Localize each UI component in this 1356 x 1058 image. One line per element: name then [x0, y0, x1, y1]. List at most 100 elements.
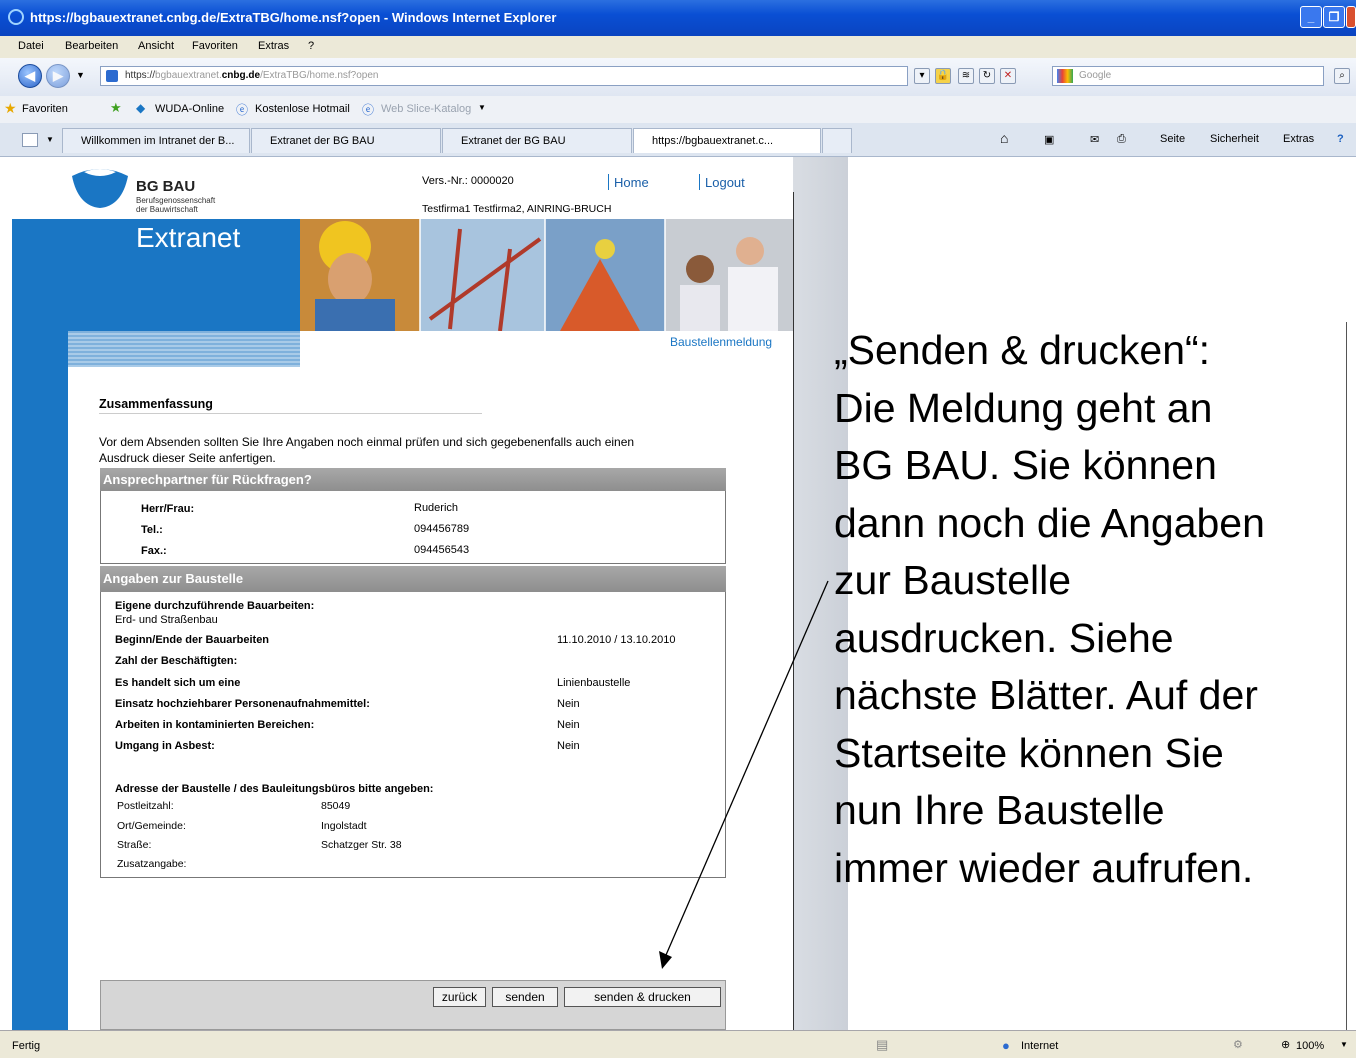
url-input[interactable]: https://bgbauextranet.cnbg.de/ExtraTBG/h…: [100, 66, 908, 86]
ie-logo-icon: [8, 9, 24, 25]
site-row-value: Linienbaustelle: [557, 677, 631, 689]
intro-line-1: Vor dem Absenden sollten Sie Ihre Angabe…: [99, 435, 635, 449]
menu-help[interactable]: ?: [308, 40, 314, 52]
mail-icon[interactable]: ✉: [1090, 133, 1099, 146]
site-row-label: Beginn/Ende der Bauarbeiten: [115, 634, 270, 646]
lock-icon[interactable]: 🔒: [935, 68, 951, 84]
tab-active[interactable]: https://bgbauextranet.c...: [633, 128, 821, 153]
protected-mode-icon[interactable]: ⚙: [1233, 1038, 1243, 1051]
address-bar: ◀ ▶ ▼ https://bgbauextranet.cnbg.de/Extr…: [0, 58, 1356, 97]
extranet-title: Extranet: [136, 222, 241, 253]
search-icon[interactable]: ⌕: [1334, 68, 1350, 84]
fav-web-slice[interactable]: Web Slice-Katalog: [381, 103, 471, 115]
address-label: Ort/Gemeinde:: [117, 820, 186, 832]
help-icon[interactable]: ?: [1337, 133, 1344, 145]
nav-baustellenmeldung[interactable]: Baustellenmeldung: [670, 335, 772, 349]
search-placeholder: Google: [1079, 70, 1112, 81]
url-path: /ExtraTBG/home.nsf?open: [260, 70, 379, 81]
fav-hotmail[interactable]: Kostenlose Hotmail: [255, 103, 350, 115]
favorites-bar: ★ Favoriten ★ ◆ WUDA-Online ⓔ Kostenlose…: [0, 96, 1356, 124]
tab-intranet[interactable]: Willkommen im Intranet der B...: [62, 128, 250, 153]
page-left-blue-bar: [12, 219, 68, 1030]
annotation-line: BG BAU. Sie können: [834, 442, 1217, 488]
menu-ansicht[interactable]: Ansicht: [138, 40, 174, 52]
address-label: Zusatzangabe:: [117, 858, 187, 870]
annotation-line: Die Meldung geht an: [834, 384, 1213, 431]
vers-nr: Vers.-Nr.: 0000020: [422, 175, 514, 187]
status-text: Fertig: [12, 1040, 41, 1052]
maximize-icon[interactable]: ❐: [1323, 6, 1345, 28]
feeds-icon[interactable]: ▣: [1044, 133, 1054, 146]
refresh-icon[interactable]: ↻: [979, 68, 995, 84]
url-host: cnbg.de: [221, 70, 261, 81]
webslice-dropdown-icon[interactable]: ▼: [478, 103, 486, 112]
tab-extranet-1[interactable]: Extranet der BG BAU: [251, 128, 441, 153]
webslice-icon: ⓔ: [362, 103, 375, 117]
menu-favoriten[interactable]: Favoriten: [192, 40, 238, 52]
tab-extranet-2[interactable]: Extranet der BG BAU: [442, 128, 632, 153]
annotation-text: „Senden & drucken“: Die Meldung geht an …: [834, 322, 1354, 897]
home-link[interactable]: Home: [614, 175, 649, 190]
contact-header: Ansprechpartner für Rückfragen?: [100, 468, 726, 491]
close-icon[interactable]: [1346, 6, 1356, 28]
window-title: https://bgbauextranet.cnbg.de/ExtraTBG/h…: [30, 10, 557, 25]
tab-list-icon[interactable]: ▼: [46, 135, 54, 144]
menu-extras[interactable]: Extras: [258, 40, 289, 52]
status-zoom[interactable]: 100%: [1296, 1040, 1324, 1052]
site-row-label: Umgang in Asbest:: [115, 740, 215, 752]
compat-view-icon[interactable]: ▾: [914, 68, 930, 84]
quick-tabs-icon[interactable]: [22, 133, 38, 147]
certificate-icon[interactable]: ≋: [958, 68, 974, 84]
forward-icon[interactable]: ▶: [46, 64, 70, 88]
fav-wuda-online[interactable]: WUDA-Online: [155, 103, 224, 115]
globe-icon: ●: [1002, 1038, 1010, 1053]
cmd-seite[interactable]: Seite: [1160, 133, 1185, 145]
contact-label: Herr/Frau:: [141, 503, 195, 515]
cmd-extras[interactable]: Extras: [1283, 133, 1314, 145]
add-favorite-icon[interactable]: ★: [110, 100, 122, 116]
annotation-line: nun Ihre Baustelle: [834, 787, 1165, 833]
nav-stripe: [68, 331, 300, 367]
home-icon[interactable]: ⌂: [1000, 130, 1008, 146]
favorites-star-icon: ★: [4, 100, 17, 116]
contact-label: Fax.:: [141, 545, 167, 557]
new-tab-button[interactable]: [822, 128, 852, 153]
annotation-line: dann noch die Angaben: [834, 499, 1265, 546]
status-zone: Internet: [1021, 1040, 1059, 1052]
own-work-label: Eigene durchzuführende Bauarbeiten:: [115, 600, 315, 612]
send-button[interactable]: senden: [492, 987, 558, 1007]
cmd-sicherheit[interactable]: Sicherheit: [1210, 133, 1259, 145]
site-row-label: Einsatz hochziehbarer Personenaufnahmemi…: [115, 698, 370, 710]
bgbau-logo-icon: [72, 169, 128, 208]
back-button[interactable]: zurück: [433, 987, 486, 1007]
send-print-button[interactable]: senden & drucken: [564, 987, 721, 1007]
own-work-value: Erd- und Straßenbau: [115, 614, 218, 626]
site-row-label: Es handelt sich um eine: [115, 677, 241, 689]
print-icon[interactable]: ⎙: [1117, 133, 1126, 146]
annotation-line: Startseite können Sie: [834, 729, 1224, 776]
zoom-icon[interactable]: ⊕: [1281, 1038, 1290, 1051]
summary-title: Zusammenfassung: [99, 397, 213, 411]
menu-datei[interactable]: Datei: [18, 40, 44, 52]
address-label: Straße:: [117, 839, 152, 851]
stop-icon[interactable]: ✕: [1000, 68, 1016, 84]
minimize-icon[interactable]: _: [1300, 6, 1322, 28]
logout-divider: [699, 174, 700, 190]
history-dropdown-icon[interactable]: ▼: [76, 70, 85, 80]
search-input[interactable]: Google: [1052, 66, 1324, 86]
window-titlebar: https://bgbauextranet.cnbg.de/ExtraTBG/h…: [0, 0, 1356, 36]
home-divider: [608, 174, 609, 190]
contact-value: 094456543: [414, 544, 470, 556]
zoom-dropdown-icon[interactable]: ▼: [1340, 1040, 1348, 1049]
site-row-label: Zahl der Beschäftigten:: [115, 655, 238, 667]
intro-line-2: Ausdruck dieser Seite anfertigen.: [99, 451, 276, 465]
annotation-line: nächste Blätter. Auf der: [834, 672, 1258, 718]
favorites-button[interactable]: Favoriten: [22, 103, 68, 115]
menu-bearbeiten[interactable]: Bearbeiten: [65, 40, 118, 52]
site-row-value: Nein: [557, 719, 580, 731]
site-row-value: Nein: [557, 740, 580, 752]
site-row-label: Arbeiten in kontaminierten Bereichen:: [115, 719, 315, 731]
back-icon[interactable]: ◀: [18, 64, 42, 88]
logout-link[interactable]: Logout: [705, 175, 745, 190]
logo-title: BG BAU: [136, 178, 196, 195]
